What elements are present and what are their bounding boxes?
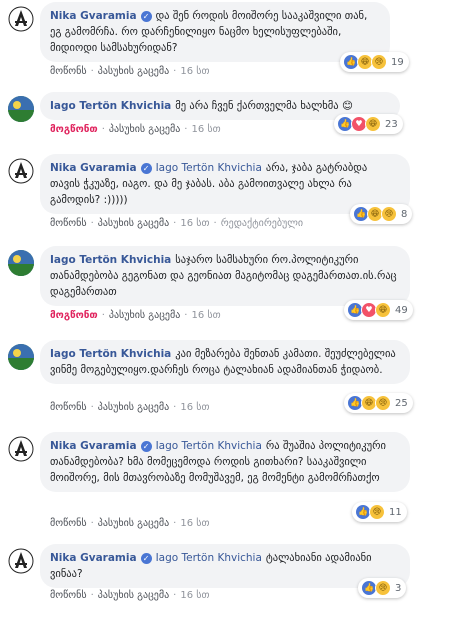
reactions-summary[interactable]: 👍 😆 😢 8 — [350, 204, 413, 224]
comment-bubble: Iago Tertön Khvichia საჯარო სამსახური რო.… — [40, 246, 410, 306]
haha-reaction-icon: 😆 — [365, 116, 381, 132]
comment-time[interactable]: 16 სთ — [180, 590, 209, 601]
reaction-count: 8 — [401, 208, 408, 220]
reply-link[interactable]: პასუხის გაცემა — [98, 402, 169, 413]
comment-author[interactable]: Nika Gvaramia — [50, 162, 137, 174]
reply-link[interactable]: პასუხის გაცემა — [98, 518, 169, 529]
like-link[interactable]: მოგწონთ — [50, 310, 98, 321]
reactions-summary[interactable]: 👍 😆 😢 25 — [344, 393, 413, 413]
reactions-summary[interactable]: 👍 😢 3 — [358, 578, 407, 598]
verified-icon: ✓ — [140, 553, 152, 564]
reaction-count: 23 — [385, 118, 398, 130]
comment-bubble: Nika Gvaramia ✓ Iago Tertön Khvichia ტალახი… — [40, 544, 410, 588]
comment-actions: მოწონს · პასუხის გაცემა · 16 სთ — [50, 518, 210, 529]
comment-actions: მოწონს · პასუხის გაცემა · 16 სთ — [50, 66, 210, 77]
reply-link[interactable]: პასუხის გაცემა — [98, 218, 169, 229]
comment-bubble: Nika Gvaramia ✓ და შენ როდის მოიშორე სააკა… — [40, 2, 390, 62]
like-link[interactable]: მოგწონთ — [50, 124, 98, 135]
reactions-summary[interactable]: 👍 ♥ 😆 49 — [344, 300, 413, 320]
haha-reaction-icon: 😆 — [375, 302, 391, 318]
reply-link[interactable]: პასუხის გაცემა — [109, 124, 180, 135]
comment-bubble: Iago Tertön Khvichia კაი მეზარება შენთან … — [40, 340, 410, 384]
verified-icon: ✓ — [140, 11, 152, 22]
sad-reaction-icon: 😢 — [369, 504, 385, 520]
like-link[interactable]: მოწონს — [50, 590, 87, 601]
sad-reaction-icon: 😢 — [381, 206, 397, 222]
reaction-count: 11 — [389, 506, 402, 518]
avatar[interactable] — [8, 96, 34, 122]
comment-time[interactable]: 16 სთ — [180, 402, 209, 413]
reaction-count: 25 — [395, 397, 408, 409]
comment-time[interactable]: 16 სთ — [191, 124, 220, 135]
sad-reaction-icon: 😢 — [371, 54, 387, 70]
reply-link[interactable]: პასუხის გაცემა — [98, 590, 169, 601]
mention-link[interactable]: Iago Tertön Khvichia — [156, 552, 262, 564]
reactions-summary[interactable]: 👍 😆 😢 19 — [340, 52, 409, 72]
comment-actions: მოწონს · პასუხის გაცემა · 16 სთ — [50, 590, 210, 601]
comment-author[interactable]: Iago Tertön Khvichia — [50, 254, 171, 266]
reactions-summary[interactable]: 👍 😢 11 — [352, 502, 407, 522]
like-link[interactable]: მოწონს — [50, 66, 87, 77]
avatar[interactable] — [8, 548, 34, 574]
comment-author[interactable]: Nika Gvaramia — [50, 440, 137, 452]
reaction-count: 3 — [395, 582, 402, 594]
comment-time[interactable]: 16 სთ — [180, 218, 209, 229]
comment-text: მე არა ჩვენ ქართველმა ხალხმა 😊 — [175, 100, 353, 112]
comment-author[interactable]: Iago Tertön Khvichia — [50, 348, 171, 360]
comment-time[interactable]: 16 სთ — [180, 518, 209, 529]
reply-link[interactable]: პასუხის გაცემა — [109, 310, 180, 321]
comment-bubble: Nika Gvaramia ✓ Iago Tertön Khvichia რა შუა… — [40, 432, 410, 492]
comment-author[interactable]: Iago Tertön Khvichia — [50, 100, 171, 112]
like-link[interactable]: მოწონს — [50, 218, 87, 229]
verified-icon: ✓ — [140, 441, 152, 452]
comment-author[interactable]: Nika Gvaramia — [50, 10, 137, 22]
comment-actions: მოგწონთ · პასუხის გაცემა · 16 სთ — [50, 310, 221, 321]
like-link[interactable]: მოწონს — [50, 402, 87, 413]
mention-link[interactable]: Iago Tertön Khvichia — [156, 440, 262, 452]
avatar[interactable] — [8, 6, 34, 32]
comment-author[interactable]: Nika Gvaramia — [50, 552, 137, 564]
mention-link[interactable]: Iago Tertön Khvichia — [156, 162, 262, 174]
avatar[interactable] — [8, 250, 34, 276]
reaction-count: 19 — [391, 56, 404, 68]
verified-icon: ✓ — [140, 163, 152, 174]
comment-actions: მოწონს · პასუხის გაცემა · 16 სთ — [50, 402, 210, 413]
comment-time[interactable]: 16 სთ — [191, 310, 220, 321]
avatar[interactable] — [8, 344, 34, 370]
comment-actions: მოწონს · პასუხის გაცემა · 16 სთ · რედაქტირებულ… — [50, 218, 304, 229]
reactions-summary[interactable]: 👍 ♥ 😆 23 — [334, 114, 403, 134]
reaction-count: 49 — [395, 304, 408, 316]
reply-link[interactable]: პასუხის გაცემა — [98, 66, 169, 77]
edited-label[interactable]: რედაქტირებული — [221, 218, 303, 229]
sad-reaction-icon: 😢 — [375, 580, 391, 596]
avatar[interactable] — [8, 158, 34, 184]
like-link[interactable]: მოწონს — [50, 518, 87, 529]
sad-reaction-icon: 😢 — [375, 395, 391, 411]
comment-time[interactable]: 16 სთ — [180, 66, 209, 77]
comment-actions: მოგწონთ · პასუხის გაცემა · 16 სთ — [50, 124, 221, 135]
avatar[interactable] — [8, 436, 34, 462]
